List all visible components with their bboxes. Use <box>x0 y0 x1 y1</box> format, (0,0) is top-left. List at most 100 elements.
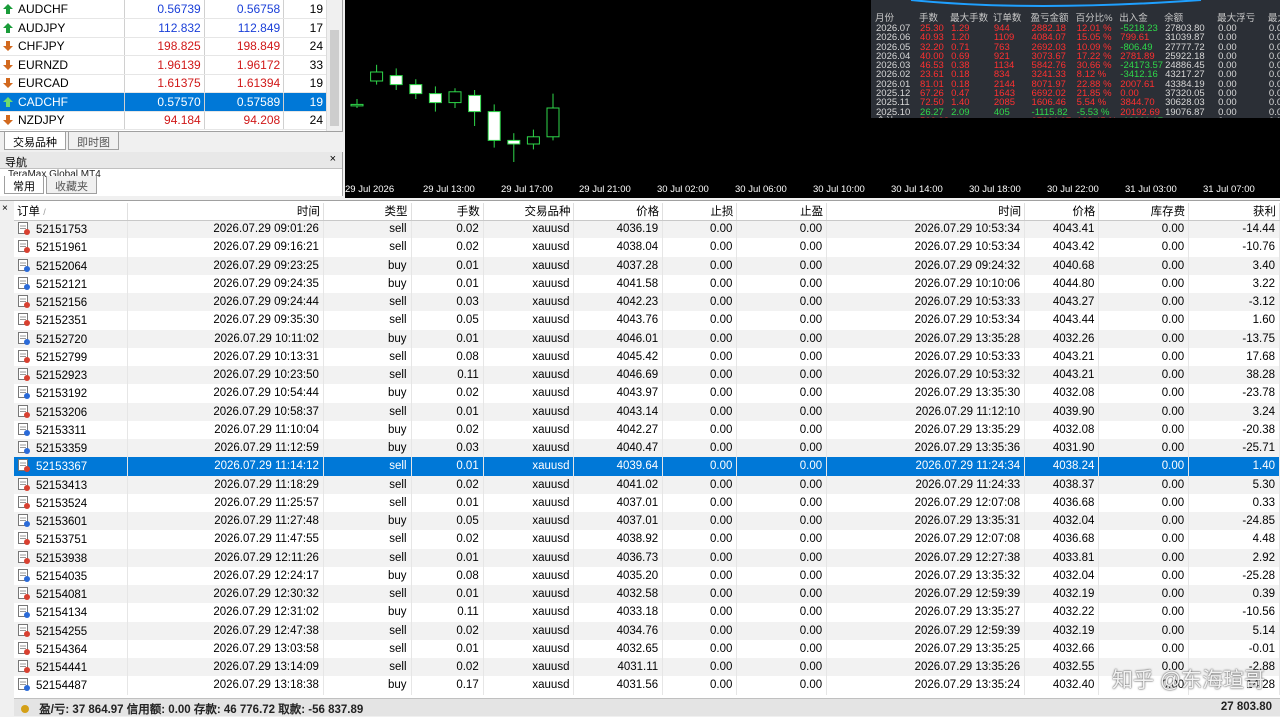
candle[interactable] <box>448 91 462 104</box>
sell-order-icon <box>18 532 30 546</box>
candle[interactable] <box>370 71 384 82</box>
history-row[interactable]: 52154081 2026.07.29 12:30:32 sell 0.01 xauus… <box>14 585 1280 604</box>
history-row[interactable]: 52152923 2026.07.29 10:23:50 sell 0.11 xauus… <box>14 366 1280 385</box>
stats-cell: 502.38 <box>919 117 950 118</box>
symbol-cell[interactable]: EURNZD <box>0 55 126 75</box>
market-watch-scrollbar[interactable] <box>326 0 342 132</box>
history-row[interactable]: 52153413 2026.07.29 11:18:29 sell 0.02 xauus… <box>14 475 1280 494</box>
buy-order-icon <box>18 678 30 692</box>
tab-tick-chart[interactable]: 即时图 <box>68 132 119 150</box>
history-row[interactable]: 52151961 2026.07.29 09:16:21 sell 0.02 xauus… <box>14 238 1280 257</box>
history-row[interactable]: 52152351 2026.07.29 09:35:30 sell 0.05 xauus… <box>14 311 1280 330</box>
candle[interactable] <box>428 93 442 104</box>
history-row[interactable]: 52152799 2026.07.29 10:13:31 sell 0.08 xauus… <box>14 347 1280 366</box>
history-row[interactable]: 52154134 2026.07.29 12:31:02 buy 0.11 xauusd… <box>14 603 1280 622</box>
history-cell: buy <box>323 512 412 531</box>
history-row[interactable]: 52154441 2026.07.29 13:14:09 sell 0.02 xauus… <box>14 658 1280 677</box>
candle[interactable] <box>507 139 521 145</box>
column-header[interactable]: 交易品种 <box>483 203 575 221</box>
scrollbar-thumb[interactable] <box>330 30 339 126</box>
history-cell: xauusd <box>483 256 575 275</box>
history-row[interactable]: 52153524 2026.07.29 11:25:57 sell 0.01 xauus… <box>14 493 1280 512</box>
column-header[interactable]: 止盈 <box>736 203 828 221</box>
history-row[interactable]: 52153751 2026.07.29 11:47:55 sell 0.02 xauus… <box>14 530 1280 549</box>
history-row[interactable]: 52153938 2026.07.29 12:11:26 sell 0.01 xauus… <box>14 548 1280 567</box>
candle[interactable] <box>546 107 560 138</box>
symbol-cell[interactable]: AUDCHF <box>0 0 126 19</box>
column-header[interactable]: 价格 <box>573 203 664 221</box>
market-watch-row[interactable]: EURCAD 1.61375 1.61394 19 <box>0 74 326 93</box>
symbol-cell[interactable]: CADCHF <box>0 92 126 112</box>
history-row[interactable]: 52154364 2026.07.29 13:03:58 sell 0.01 xauus… <box>14 639 1280 658</box>
column-header[interactable]: 手数 <box>411 203 484 221</box>
bid-cell: 0.56739 <box>124 0 205 19</box>
column-header[interactable]: 库存费 <box>1098 203 1190 221</box>
sort-indicator-icon: / <box>43 207 46 218</box>
history-cell: buy <box>323 439 412 458</box>
history-row[interactable]: 52151753 2026.07.29 09:01:26 sell 0.02 xauus… <box>14 220 1280 239</box>
symbol-cell[interactable]: NZDJPY <box>0 111 126 130</box>
history-row[interactable]: 52152064 2026.07.29 09:23:25 buy 0.01 xauusd… <box>14 256 1280 275</box>
order-cell: 52153192 <box>14 384 128 403</box>
candle[interactable] <box>350 103 364 107</box>
history-cell: 4036.68 <box>1024 493 1100 512</box>
history-row[interactable]: 52153192 2026.07.29 10:54:44 buy 0.02 xauusd… <box>14 384 1280 403</box>
column-header[interactable]: 订单 / <box>14 203 128 221</box>
history-cell: 2026.07.29 10:11:02 <box>127 329 324 348</box>
column-header[interactable]: 类型 <box>323 203 412 221</box>
history-cell: 0.00 <box>1098 439 1190 458</box>
symbol-cell[interactable]: CHFJPY <box>0 37 126 56</box>
symbol-cell[interactable]: AUDJPY <box>0 18 126 38</box>
market-watch-row[interactable]: AUDCHF 0.56739 0.56758 19 <box>0 0 326 19</box>
history-cell: buy <box>323 329 412 348</box>
history-cell: -23.78 <box>1188 384 1280 403</box>
column-header[interactable]: 时间 <box>826 203 1026 221</box>
history-cell: sell <box>323 475 412 494</box>
market-watch-row[interactable]: CHFJPY 198.825 198.849 24 <box>0 37 326 56</box>
price-chart[interactable]: 月份手数最大手数订单数盈亏金额百分比%出入金余额最大浮亏最大浮亏比例最大浮盈金额… <box>345 0 1280 198</box>
history-cell: sell <box>323 639 412 658</box>
history-row[interactable]: 52153367 2026.07.29 11:14:12 sell 0.01 xauus… <box>14 457 1280 476</box>
candle[interactable] <box>468 94 482 113</box>
market-watch-row[interactable]: CADCHF 0.57570 0.57589 19 <box>0 92 326 112</box>
column-header[interactable]: 价格 <box>1024 203 1100 221</box>
history-cell: 0.00 <box>736 329 828 348</box>
candle[interactable] <box>487 111 501 141</box>
history-row[interactable]: 52153311 2026.07.29 11:10:04 buy 0.02 xauusd… <box>14 420 1280 439</box>
market-watch-row[interactable]: NZDJPY 94.184 94.208 24 <box>0 111 326 130</box>
close-icon[interactable]: × <box>330 153 336 165</box>
column-header[interactable]: 获利 <box>1188 203 1280 221</box>
history-row[interactable]: 52152121 2026.07.29 09:24:35 buy 0.01 xauusd… <box>14 274 1280 293</box>
history-row[interactable]: 52152720 2026.07.29 10:11:02 buy 0.01 xauusd… <box>14 329 1280 348</box>
tab-favorites[interactable]: 收藏夹 <box>46 176 97 194</box>
candle[interactable] <box>526 136 540 145</box>
history-row[interactable]: 52152156 2026.07.29 09:24:44 sell 0.03 xauus… <box>14 293 1280 312</box>
symbol-cell[interactable]: EURCAD <box>0 74 126 93</box>
bid-cell: 198.825 <box>124 37 205 56</box>
column-header[interactable]: 止损 <box>662 203 738 221</box>
tab-common[interactable]: 常用 <box>4 176 44 194</box>
tab-symbols[interactable]: 交易品种 <box>4 132 66 150</box>
history-row[interactable]: 52154255 2026.07.29 12:47:38 sell 0.02 xauus… <box>14 621 1280 640</box>
spread-cell: 19 <box>283 74 326 93</box>
history-row[interactable]: 52153359 2026.07.29 11:12:59 buy 0.03 xauusd… <box>14 439 1280 458</box>
history-row[interactable]: 52154487 2026.07.29 13:18:38 buy 0.17 xauusd… <box>14 676 1280 695</box>
column-header[interactable]: 时间 <box>127 203 324 221</box>
history-row[interactable]: 52153206 2026.07.29 10:58:37 sell 0.01 xauus… <box>14 402 1280 421</box>
summary-icon <box>20 704 30 714</box>
market-watch-row[interactable]: EURNZD 1.96139 1.96172 33 <box>0 55 326 75</box>
history-cell: xauusd <box>483 548 575 567</box>
history-cell: 0.00 <box>1098 548 1190 567</box>
order-cell: 52152720 <box>14 329 128 348</box>
close-icon[interactable]: × <box>2 203 8 214</box>
market-watch-row[interactable]: AUDJPY 112.832 112.849 17 <box>0 18 326 38</box>
history-row[interactable]: 52154035 2026.07.29 12:24:17 buy 0.08 xauusd… <box>14 566 1280 585</box>
candle[interactable] <box>409 84 423 95</box>
history-cell: 4041.58 <box>573 274 664 293</box>
history-cell: 4032.58 <box>573 585 664 604</box>
history-row[interactable]: 52153601 2026.07.29 11:27:48 buy 0.05 xauusd… <box>14 512 1280 531</box>
history-cell: 2026.07.29 11:12:10 <box>826 402 1026 421</box>
history-cell: sell <box>323 238 412 257</box>
candle[interactable] <box>389 75 403 86</box>
history-cell: sell <box>323 220 412 239</box>
